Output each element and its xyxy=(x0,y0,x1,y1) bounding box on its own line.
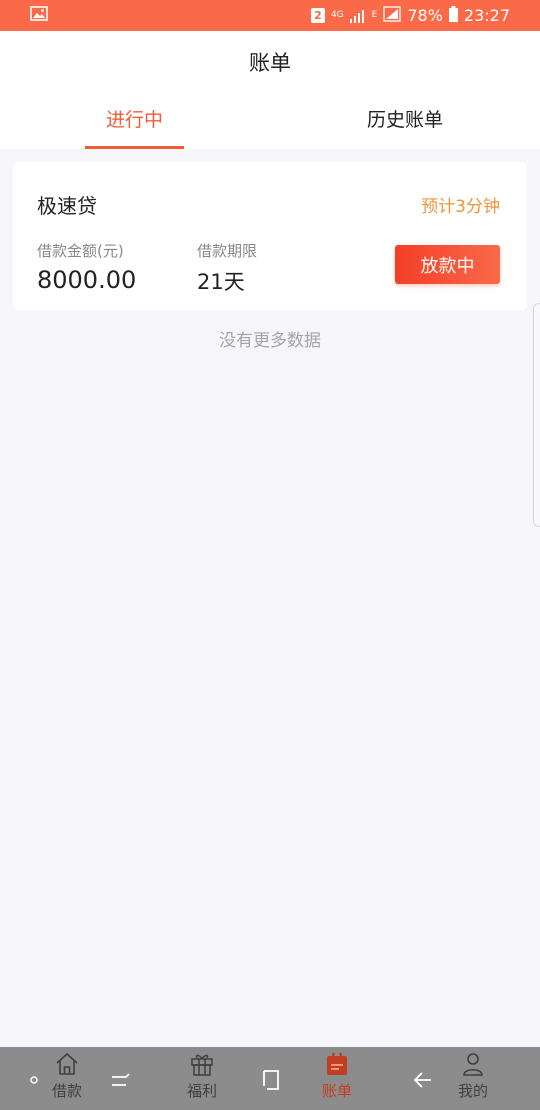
no-more-data-text: 没有更多数据 xyxy=(219,331,321,351)
user-icon xyxy=(463,1053,483,1076)
bottom-nav-bar: 借款 福利 账单 我的 xyxy=(0,1047,540,1110)
term-label: 借款期限 xyxy=(197,242,258,260)
back-button[interactable] xyxy=(410,1067,436,1093)
battery-percent: 78% xyxy=(407,6,443,25)
nav-item-loan[interactable]: 借款 xyxy=(32,1047,102,1110)
loan-card[interactable]: 极速贷 预计3分钟 借款金额(元) 8000.00 借款期限 21天 放款中 xyxy=(13,162,527,310)
network-type: 4G xyxy=(330,10,344,20)
home-icon xyxy=(56,1053,78,1075)
tab-bar: 进行中 历史账单 xyxy=(0,101,540,149)
nav-item-mine[interactable]: 我的 xyxy=(438,1047,508,1110)
nav-label: 我的 xyxy=(457,1082,488,1100)
bill-icon xyxy=(327,1053,347,1075)
active-tab-indicator xyxy=(85,146,184,149)
product-name: 极速贷 xyxy=(37,194,97,218)
header: 账单 进行中 历史账单 xyxy=(0,31,540,149)
term-value: 21天 xyxy=(197,270,245,294)
battery-icon xyxy=(448,5,458,26)
page-title: 账单 xyxy=(249,51,291,75)
status-bar: 2 4G E 78% 23:27 xyxy=(0,0,540,31)
disbursing-button[interactable]: 放款中 xyxy=(395,245,500,284)
nav-item-welfare[interactable]: 福利 xyxy=(167,1047,237,1110)
amount-value: 8000.00 xyxy=(37,266,137,294)
square-icon xyxy=(263,1070,279,1090)
nav-label: 福利 xyxy=(186,1082,217,1100)
home-system-button[interactable] xyxy=(258,1067,284,1093)
gallery-notification-icon xyxy=(30,6,48,25)
signal-icon xyxy=(349,9,366,23)
network-sub-type: E xyxy=(371,10,378,20)
amount-label: 借款金额(元) xyxy=(37,242,124,260)
signal-strength-icon xyxy=(383,5,401,26)
nav-label: 借款 xyxy=(51,1082,82,1100)
back-arrow-icon xyxy=(413,1072,431,1088)
tab-in-progress[interactable]: 进行中 xyxy=(85,105,184,132)
sim-badge: 2 xyxy=(310,8,325,23)
gift-icon xyxy=(191,1054,213,1076)
clock: 23:27 xyxy=(463,6,510,25)
nav-label: 账单 xyxy=(321,1082,352,1100)
eta-text: 预计3分钟 xyxy=(421,197,500,217)
recents-button[interactable] xyxy=(108,1067,134,1093)
tab-history[interactable]: 历史账单 xyxy=(355,105,455,132)
recents-icon xyxy=(112,1073,130,1086)
nav-item-bill[interactable]: 账单 xyxy=(302,1047,372,1110)
edge-panel-handle[interactable] xyxy=(533,303,540,527)
